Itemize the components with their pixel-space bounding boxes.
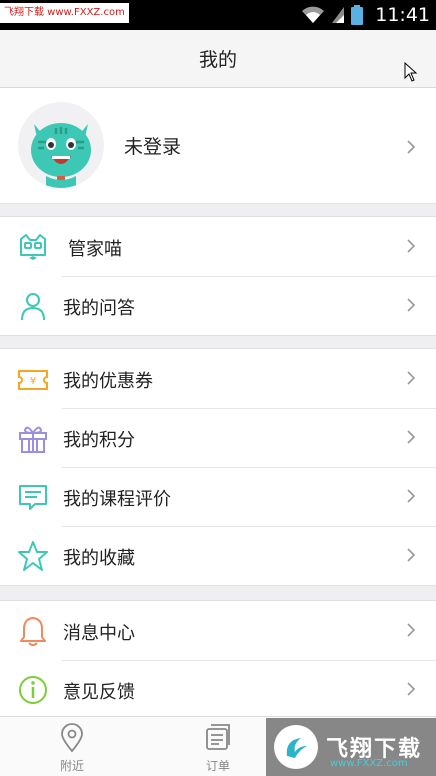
watermark-url: www.FXXZ.com (330, 758, 408, 769)
menu-item-butler-cat[interactable]: 管家喵 (0, 217, 436, 276)
menu-item-favorites[interactable]: 我的收藏 (0, 526, 436, 585)
menu-group-2: ¥ 我的优惠券 我的积分 我的课程评价 我的收藏 (0, 348, 436, 586)
location-pin-icon (61, 723, 83, 753)
chevron-right-icon (407, 371, 416, 385)
menu-label: 消息中心 (63, 623, 135, 644)
chevron-right-icon (407, 548, 416, 562)
comment-icon (19, 485, 47, 510)
menu-item-coupons[interactable]: ¥ 我的优惠券 (0, 349, 436, 408)
bell-icon (20, 617, 46, 646)
profile-card[interactable]: 未登录 (0, 88, 436, 204)
info-icon (19, 676, 47, 704)
cat-avatar-icon (31, 123, 91, 188)
signal-icon (332, 7, 345, 23)
chevron-right-icon (407, 430, 416, 444)
menu-group-3: 消息中心 意见反馈 (0, 600, 436, 720)
tab-label: 订单 (205, 759, 230, 773)
person-icon (21, 293, 45, 321)
menu-item-course-reviews[interactable]: 我的课程评价 (0, 467, 436, 526)
title-bar: 我的 (0, 30, 436, 88)
chevron-right-icon (407, 623, 416, 637)
coupon-icon: ¥ (18, 370, 48, 390)
menu-label: 管家喵 (68, 239, 122, 260)
login-status: 未登录 (124, 136, 182, 158)
menu-label: 我的优惠券 (63, 371, 153, 392)
menu-label: 我的积分 (63, 430, 135, 451)
status-bar: 飞翔下载 www.FXXZ.com 11:41 (0, 0, 436, 30)
wifi-icon (302, 6, 325, 23)
chevron-right-icon (407, 489, 416, 503)
watermark-logo: 飞翔下载 www.FXXZ.com (266, 718, 436, 776)
star-icon (18, 541, 48, 571)
chevron-right-icon (407, 140, 416, 154)
tab-nearby[interactable]: 附近 (32, 723, 112, 774)
page-title: 我的 (198, 49, 237, 71)
menu-label: 意见反馈 (63, 682, 135, 703)
battery-icon (351, 5, 364, 25)
menu-label: 我的收藏 (63, 548, 135, 569)
watermark-logo-icon (274, 725, 318, 769)
chevron-right-icon (407, 239, 416, 253)
chevron-right-icon (407, 682, 416, 696)
menu-group-1: 管家喵 我的问答 (0, 216, 436, 336)
menu-item-my-qa[interactable]: 我的问答 (0, 276, 436, 335)
status-icons: 11:41 (301, 0, 430, 30)
menu-label: 我的课程评价 (63, 489, 171, 510)
menu-item-message-center[interactable]: 消息中心 (0, 601, 436, 660)
gift-icon (19, 426, 47, 453)
clock: 11:41 (375, 4, 430, 26)
chevron-right-icon (407, 298, 416, 312)
avatar[interactable] (18, 102, 104, 188)
menu-label: 我的问答 (63, 298, 135, 319)
mouse-cursor-icon (404, 62, 418, 82)
menu-item-points[interactable]: 我的积分 (0, 408, 436, 467)
svg-text:¥: ¥ (30, 376, 36, 387)
tab-label: 附近 (59, 759, 84, 773)
menu-item-feedback[interactable]: 意见反馈 (0, 660, 436, 719)
tab-orders[interactable]: 订单 (178, 723, 258, 774)
watermark-text: 飞翔下载 www.FXXZ.com (0, 3, 129, 23)
cat-butler-icon (20, 234, 46, 260)
order-icon (206, 724, 230, 750)
